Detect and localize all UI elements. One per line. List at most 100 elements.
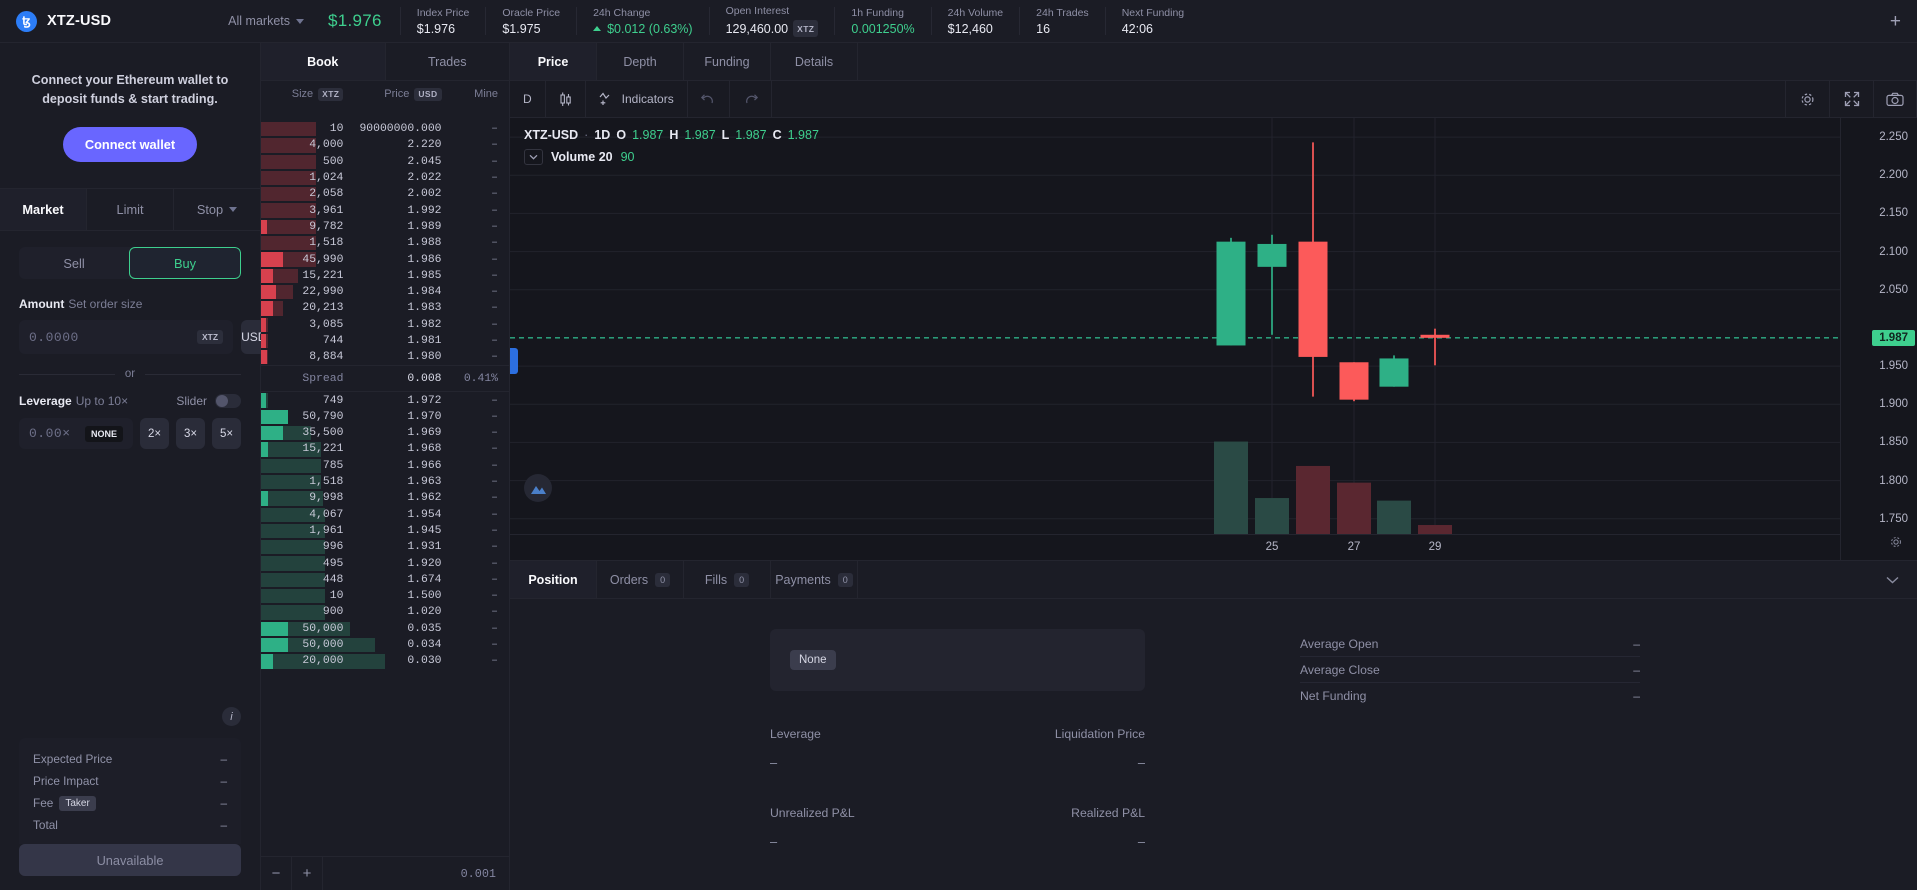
tab-count-badge: 0 — [734, 572, 750, 587]
bid-row[interactable]: 495 1.920 – — [261, 555, 509, 571]
metric-column: Realized P&L – — [958, 806, 1145, 849]
ask-row[interactable]: 15,221 1.985 – — [261, 268, 509, 284]
chart-tab-price[interactable]: Price — [510, 43, 597, 80]
book-tab-book[interactable]: Book — [261, 43, 386, 80]
ask-row[interactable]: 1,518 1.988 – — [261, 235, 509, 251]
ask-row[interactable]: 45,990 1.986 – — [261, 251, 509, 267]
position-tab-payments[interactable]: Payments 0 — [771, 561, 858, 598]
chart-drag-handle[interactable] — [510, 347, 518, 374]
ask-row[interactable]: 3,961 1.992 – — [261, 202, 509, 218]
ask-row[interactable]: 1,024 2.022 – — [261, 170, 509, 186]
buy-button[interactable]: Buy — [129, 247, 241, 279]
stat-text: $1.976 — [416, 21, 456, 36]
info-icon[interactable]: i — [222, 707, 241, 726]
chart-tab-details[interactable]: Details — [771, 43, 858, 80]
increase-tick-button[interactable]: + — [292, 857, 323, 890]
stat-text: $1.975 — [502, 21, 541, 36]
order-tab-market[interactable]: Market — [0, 189, 87, 230]
summary-row: Expected Price – — [33, 748, 227, 770]
chevron-down-icon[interactable] — [524, 149, 543, 165]
fullscreen-icon[interactable] — [1829, 81, 1873, 117]
chart-tab-depth[interactable]: Depth — [597, 43, 684, 80]
bid-row[interactable]: 1,961 1.945 – — [261, 523, 509, 539]
time-axis[interactable]: 25 27 29 — [510, 534, 1840, 560]
leverage-multiplier-3x[interactable]: 3× — [176, 418, 205, 449]
interval-button[interactable]: D — [510, 81, 546, 117]
row-mine: – — [491, 139, 498, 152]
leverage-multipliers: 2× 3× 5× — [140, 418, 241, 449]
chart-settings-icon[interactable] — [1889, 535, 1903, 554]
undo-icon[interactable] — [688, 81, 730, 117]
leverage-input-wrap[interactable]: 0.00× NONE — [19, 418, 133, 449]
ask-row[interactable]: 744 1.981 – — [261, 333, 509, 349]
bid-row[interactable]: 15,221 1.968 – — [261, 441, 509, 457]
camera-icon[interactable] — [1873, 81, 1917, 117]
bid-row[interactable]: 20,000 0.030 – — [261, 653, 509, 669]
gear-icon[interactable] — [1785, 81, 1829, 117]
row-price: 1.985 — [407, 269, 442, 282]
leverage-multiplier-2x[interactable]: 2× — [140, 418, 169, 449]
ask-row[interactable]: 500 2.045 – — [261, 154, 509, 170]
ask-row[interactable]: 2,058 2.002 – — [261, 186, 509, 202]
ask-row[interactable]: 3,085 1.982 – — [261, 317, 509, 333]
bid-row[interactable]: 50,790 1.970 – — [261, 409, 509, 425]
bid-row[interactable]: 35,500 1.969 – — [261, 425, 509, 441]
ask-row[interactable]: 9,782 1.989 – — [261, 219, 509, 235]
bid-row[interactable]: 50,000 0.035 – — [261, 621, 509, 637]
stat-value: 16 — [1036, 22, 1089, 36]
bid-row[interactable]: 10 1.500 – — [261, 588, 509, 604]
slider-toggle-row[interactable]: Slider — [176, 394, 241, 408]
amount-input[interactable] — [29, 329, 197, 345]
position-tab-orders[interactable]: Orders 0 — [597, 561, 684, 598]
order-tab-limit[interactable]: Limit — [87, 189, 174, 230]
order-tab-stop[interactable]: Stop — [174, 189, 260, 230]
ask-row[interactable]: 10 90000000.000 – — [261, 121, 509, 137]
stat-3: Open Interest 129,460.00 XTZ — [708, 5, 835, 37]
bid-row[interactable]: 4,067 1.954 – — [261, 507, 509, 523]
metric-label: Leverage — [770, 727, 821, 741]
candlestick-icon[interactable] — [546, 81, 586, 117]
amount-input-wrap[interactable]: XTZ — [19, 320, 234, 354]
row-size: 20,213 — [302, 302, 344, 315]
bid-row[interactable]: 1,518 1.963 – — [261, 474, 509, 490]
row-price: 1.500 — [407, 590, 442, 603]
submit-order-button[interactable]: Unavailable — [19, 844, 241, 876]
connect-wallet-button[interactable]: Connect wallet — [62, 127, 198, 162]
bid-row[interactable]: 448 1.674 – — [261, 572, 509, 588]
bid-row[interactable]: 9,998 1.962 – — [261, 490, 509, 506]
legend-separator: · — [584, 128, 589, 142]
amount-unit-chip: XTZ — [197, 330, 224, 344]
bid-row[interactable]: 749 1.972 – — [261, 392, 509, 408]
ask-row[interactable]: 8,884 1.980 – — [261, 349, 509, 365]
price-axis[interactable]: 2.250 2.200 2.150 2.100 2.050 1.950 1.900 1.850… — [1840, 118, 1917, 560]
row-size: 50,000 — [302, 622, 344, 635]
legend-c-label: C — [772, 128, 782, 142]
bid-row[interactable]: 996 1.931 – — [261, 539, 509, 555]
all-markets-dropdown[interactable]: All markets — [228, 14, 304, 28]
position-tab-fills[interactable]: Fills 0 — [684, 561, 771, 598]
leverage-multiplier-5x[interactable]: 5× — [212, 418, 241, 449]
redo-icon[interactable] — [730, 81, 772, 117]
sell-button[interactable]: Sell — [19, 247, 129, 279]
bid-row[interactable]: 900 1.020 – — [261, 604, 509, 620]
row-price: 0.030 — [407, 655, 442, 668]
bid-row[interactable]: 50,000 0.034 – — [261, 637, 509, 653]
bid-row[interactable]: 785 1.966 – — [261, 458, 509, 474]
add-market-button[interactable]: + — [1890, 12, 1901, 31]
ask-row[interactable]: 22,990 1.984 – — [261, 284, 509, 300]
leverage-input[interactable]: 0.00× — [29, 426, 85, 441]
leverage-label: Leverage — [19, 394, 72, 408]
ask-row[interactable]: 4,000 2.220 – — [261, 137, 509, 153]
book-tab-trades[interactable]: Trades — [386, 43, 510, 80]
collapse-panel-icon[interactable] — [1886, 572, 1899, 587]
stat-1: Oracle Price $1.975 — [485, 7, 576, 36]
chart-tab-funding[interactable]: Funding — [684, 43, 771, 80]
price-chart[interactable]: XTZ-USD · 1D O 1.987 H 1.987 L 1.987 C 1… — [510, 118, 1917, 560]
ask-row[interactable]: 20,213 1.983 – — [261, 300, 509, 316]
market-selector[interactable]: ꜩ XTZ-USD All markets — [0, 10, 320, 32]
volume-value: 90 — [620, 150, 635, 164]
position-tab-position[interactable]: Position — [510, 561, 597, 598]
indicators-button[interactable]: Indicators — [586, 81, 688, 117]
slider-toggle[interactable] — [215, 394, 241, 408]
decrease-tick-button[interactable]: − — [261, 857, 292, 890]
